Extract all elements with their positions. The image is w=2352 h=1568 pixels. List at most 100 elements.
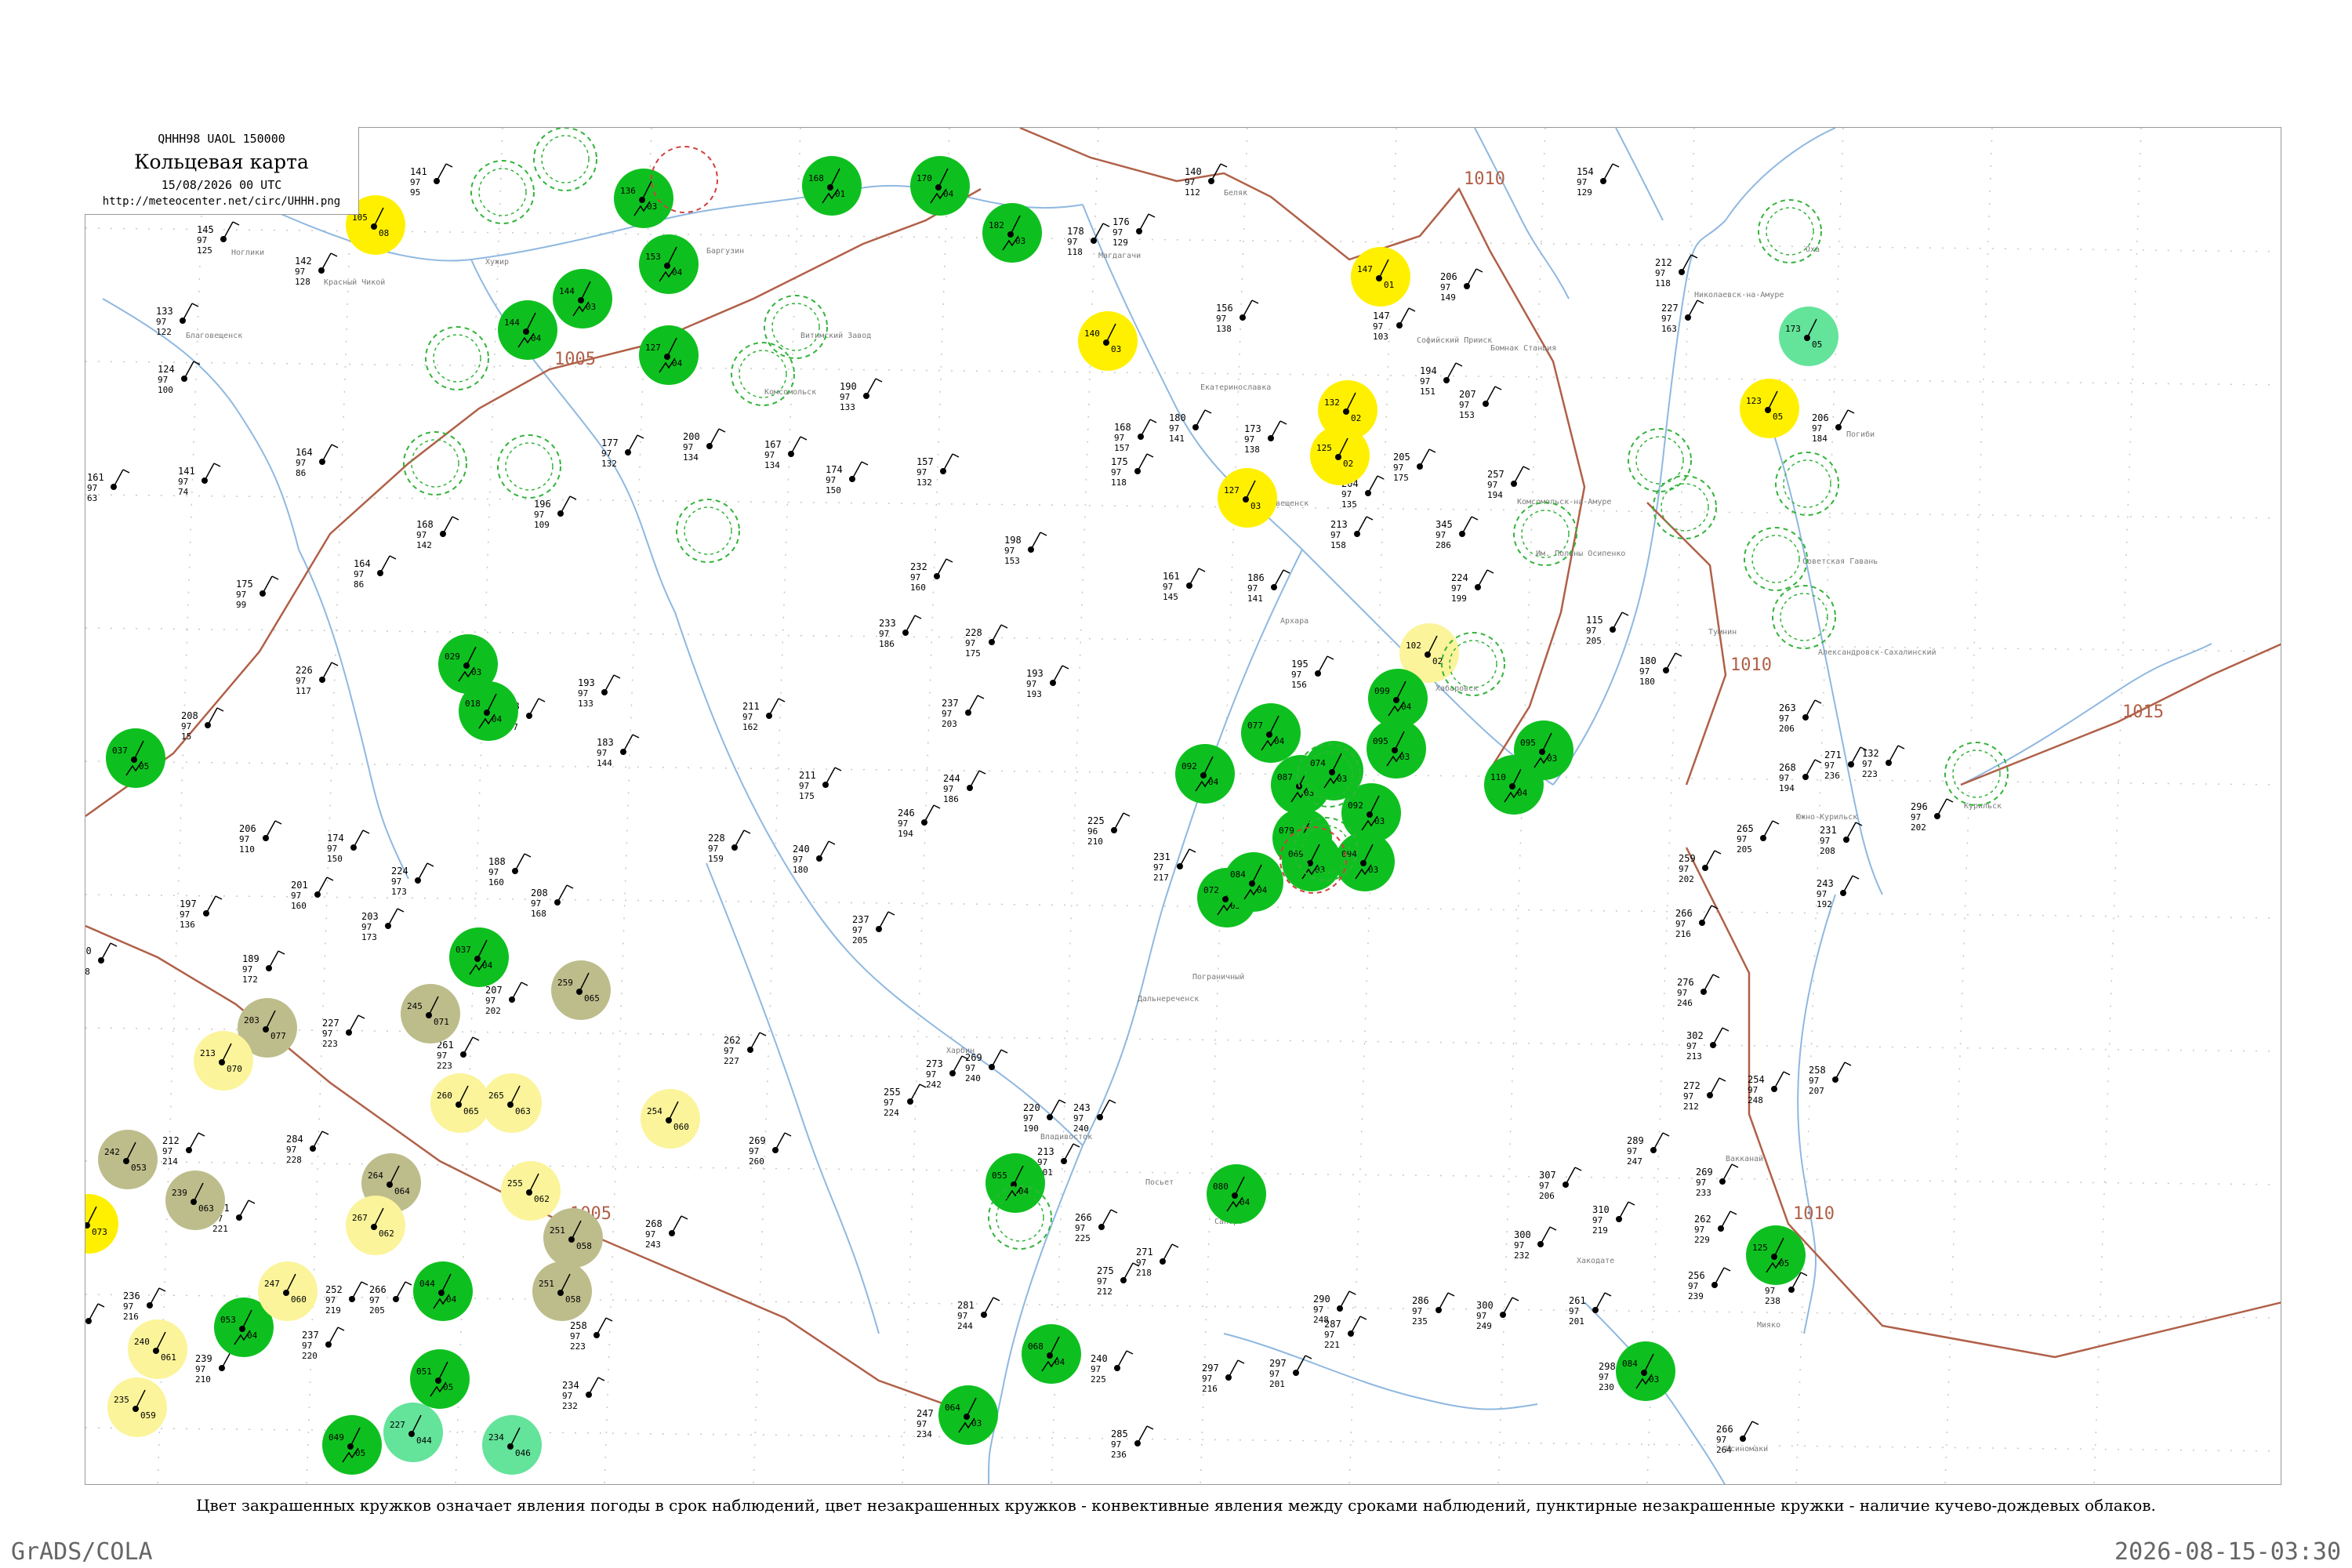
plot-dewpoint: 96 xyxy=(1087,826,1098,837)
plot-visibility: 136 xyxy=(180,920,195,930)
circle-value-upper: 092 xyxy=(1181,761,1197,771)
circle-value-upper: 234 xyxy=(488,1432,504,1443)
plot-temperature: 224 xyxy=(391,866,408,877)
wind-feather xyxy=(566,884,574,889)
wind-barb xyxy=(1030,532,1041,550)
wind-feather xyxy=(1814,759,1822,764)
circle-value-lower: 05 xyxy=(1773,412,1783,422)
wind-barb xyxy=(969,770,980,789)
wind-feather xyxy=(1455,362,1463,367)
wind-feather xyxy=(337,1327,345,1331)
station-plot: 18097180 xyxy=(1639,652,1682,687)
plot-visibility: 74 xyxy=(178,487,189,497)
wind-feather xyxy=(1204,409,1212,414)
wind-feather xyxy=(1731,1163,1739,1168)
station-name-label: Екатеринославка xyxy=(1200,383,1271,392)
station-plot: 1419774 xyxy=(178,463,221,497)
station-plot: 26197201 xyxy=(1569,1292,1612,1327)
weather-circle-pale_yellow: 254 060 xyxy=(641,1089,700,1149)
plot-dewpoint: 97 xyxy=(1153,862,1163,873)
plot-dewpoint: 97 xyxy=(1136,1258,1146,1268)
station-plot: 23297160 xyxy=(910,558,953,593)
station-plot: 22797223 xyxy=(322,1014,365,1049)
plot-dewpoint: 97 xyxy=(1324,1330,1334,1340)
bulletin-code: QHHH98 UAOL 150000 xyxy=(158,132,285,146)
plot-temperature: 175 xyxy=(1111,456,1128,467)
station-plot: 28697235 xyxy=(1412,1292,1455,1327)
plot-visibility: 205 xyxy=(852,935,868,946)
wind-barb xyxy=(348,1014,359,1033)
wind-feather xyxy=(1062,665,1069,670)
plot-visibility: 180 xyxy=(1639,677,1655,687)
plot-temperature: 211 xyxy=(799,770,816,781)
plot-visibility: 100 xyxy=(158,385,173,395)
cumulonimbus-inner-ring xyxy=(541,135,590,183)
wind-barb xyxy=(1850,746,1861,765)
station-plot: 17797132 xyxy=(601,434,644,469)
plot-temperature: 239 xyxy=(195,1353,212,1364)
wind-barb xyxy=(1701,905,1712,924)
plot-visibility: 109 xyxy=(534,520,550,530)
wind-barb xyxy=(100,942,111,961)
station-plot: 18097141 xyxy=(1169,409,1212,444)
plot-dewpoint: 97 xyxy=(416,530,426,540)
station-plot: 26897194 xyxy=(1779,759,1822,793)
station-plot: 26297229 xyxy=(1694,1210,1737,1245)
wind-barb xyxy=(1595,1292,1606,1311)
map-title: Кольцевая карта xyxy=(134,151,309,173)
cumulonimbus-inner-ring xyxy=(684,506,732,555)
plot-temperature: 269 xyxy=(1696,1167,1713,1178)
weather-circle-fog: 147 01 xyxy=(1351,247,1410,307)
plot-dewpoint: 97 xyxy=(1163,582,1173,592)
wind-feather xyxy=(1512,1297,1519,1301)
map-url[interactable]: http://meteocenter.net/circ/UHHH.png xyxy=(85,195,358,208)
station-plot: 21197175 xyxy=(799,767,842,801)
wind-feather xyxy=(605,1317,613,1322)
station-plot: 21197162 xyxy=(742,698,786,732)
plot-visibility: 236 xyxy=(1824,771,1840,781)
wind-barb xyxy=(1665,652,1676,671)
station-plot: 30297213 xyxy=(1686,1027,1730,1062)
plot-dewpoint: 97 xyxy=(793,855,803,865)
plot-visibility: 202 xyxy=(1679,874,1694,884)
plot-visibility: 205 xyxy=(1737,844,1752,855)
plot-dewpoint: 97 xyxy=(826,475,836,485)
cumulonimbus-ring xyxy=(1653,475,1717,539)
plot-temperature: 178 xyxy=(1067,226,1084,237)
plot-temperature: 269 xyxy=(749,1135,766,1146)
station-plot: 20697149 xyxy=(1440,268,1483,303)
wind-barb xyxy=(1228,1359,1239,1378)
station-plot: 1419795 xyxy=(410,163,453,198)
plot-visibility: 128 xyxy=(295,277,310,287)
station-plot: 1619763 xyxy=(87,469,130,503)
wind-barb xyxy=(905,615,916,633)
wind-barb xyxy=(436,163,447,182)
wind-barb xyxy=(183,361,194,379)
weather-circle-thunder: 06804 xyxy=(1022,1324,1081,1384)
plot-dewpoint: 97 xyxy=(562,1391,572,1401)
wind-feather xyxy=(361,1281,368,1286)
plot-dewpoint: 97 xyxy=(1023,1113,1033,1123)
wind-feather xyxy=(1146,453,1154,458)
circle-value-upper: 095 xyxy=(1520,738,1536,748)
circle-value-upper: 074 xyxy=(1310,758,1326,768)
plot-temperature: 180 xyxy=(1639,655,1657,666)
plot-dewpoint: 97 xyxy=(1111,1439,1121,1450)
wind-barb xyxy=(967,695,978,713)
wind-barb xyxy=(1461,516,1472,535)
station-plot: 26697205 xyxy=(369,1281,412,1316)
wind-barb xyxy=(188,1132,199,1151)
circle-value-upper: 182 xyxy=(989,220,1004,230)
plot-temperature: 259 xyxy=(1679,853,1696,864)
plot-visibility: 223 xyxy=(437,1061,452,1071)
station-plot: 25597224 xyxy=(884,1083,927,1118)
circle-value-upper: 251 xyxy=(550,1225,565,1236)
isobar-line xyxy=(1960,643,2281,786)
wind-feather xyxy=(1220,163,1228,168)
wind-feather xyxy=(215,895,223,900)
plot-temperature: 210 xyxy=(85,946,92,956)
plot-visibility: 194 xyxy=(1779,783,1795,793)
plot-visibility: 132 xyxy=(916,477,932,488)
weather-circle-fog: 127 03 xyxy=(1218,468,1277,528)
weather-circle-pale_yellow: 247 060 xyxy=(258,1261,318,1321)
